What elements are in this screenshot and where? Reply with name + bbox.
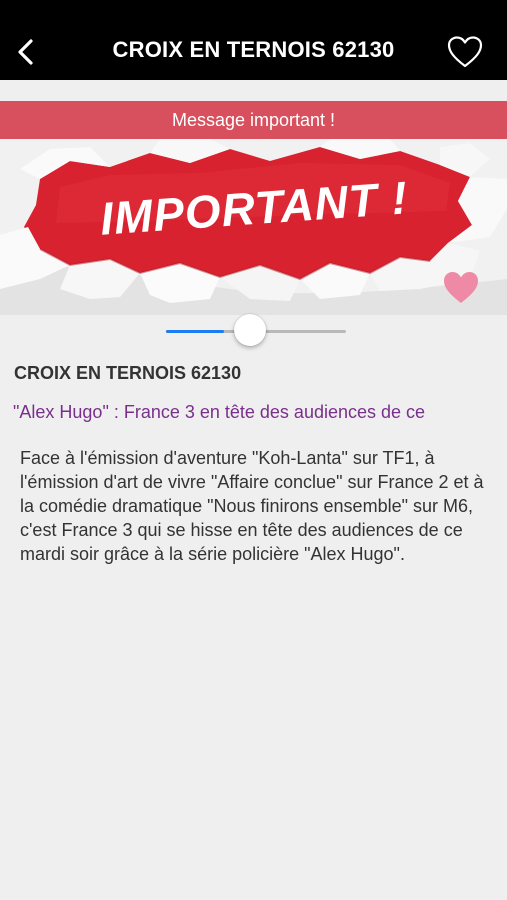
slider-fill <box>166 330 224 333</box>
article-body: Face à l'émission d'aventure "Koh-Lanta"… <box>20 448 484 564</box>
slider-thumb[interactable] <box>234 314 266 346</box>
hero-favorite-button[interactable] <box>442 270 480 306</box>
back-button[interactable] <box>10 34 40 70</box>
article-title[interactable]: "Alex Hugo" : France 3 en tête des audie… <box>13 402 503 423</box>
image-slider[interactable] <box>166 313 346 349</box>
navigation-bar: CROIX EN TERNOIS 62130 <box>0 0 507 80</box>
favorite-button[interactable] <box>446 35 484 69</box>
hero-image: IMPORTANT ! <box>0 139 507 315</box>
heart-filled-icon <box>444 272 478 303</box>
location-title: CROIX EN TERNOIS 62130 <box>14 363 242 383</box>
page-title: CROIX EN TERNOIS 62130 <box>112 37 395 62</box>
important-message-banner: Message important ! <box>0 101 507 139</box>
heart-outline-icon <box>447 36 483 68</box>
chevron-left-icon <box>18 39 33 65</box>
